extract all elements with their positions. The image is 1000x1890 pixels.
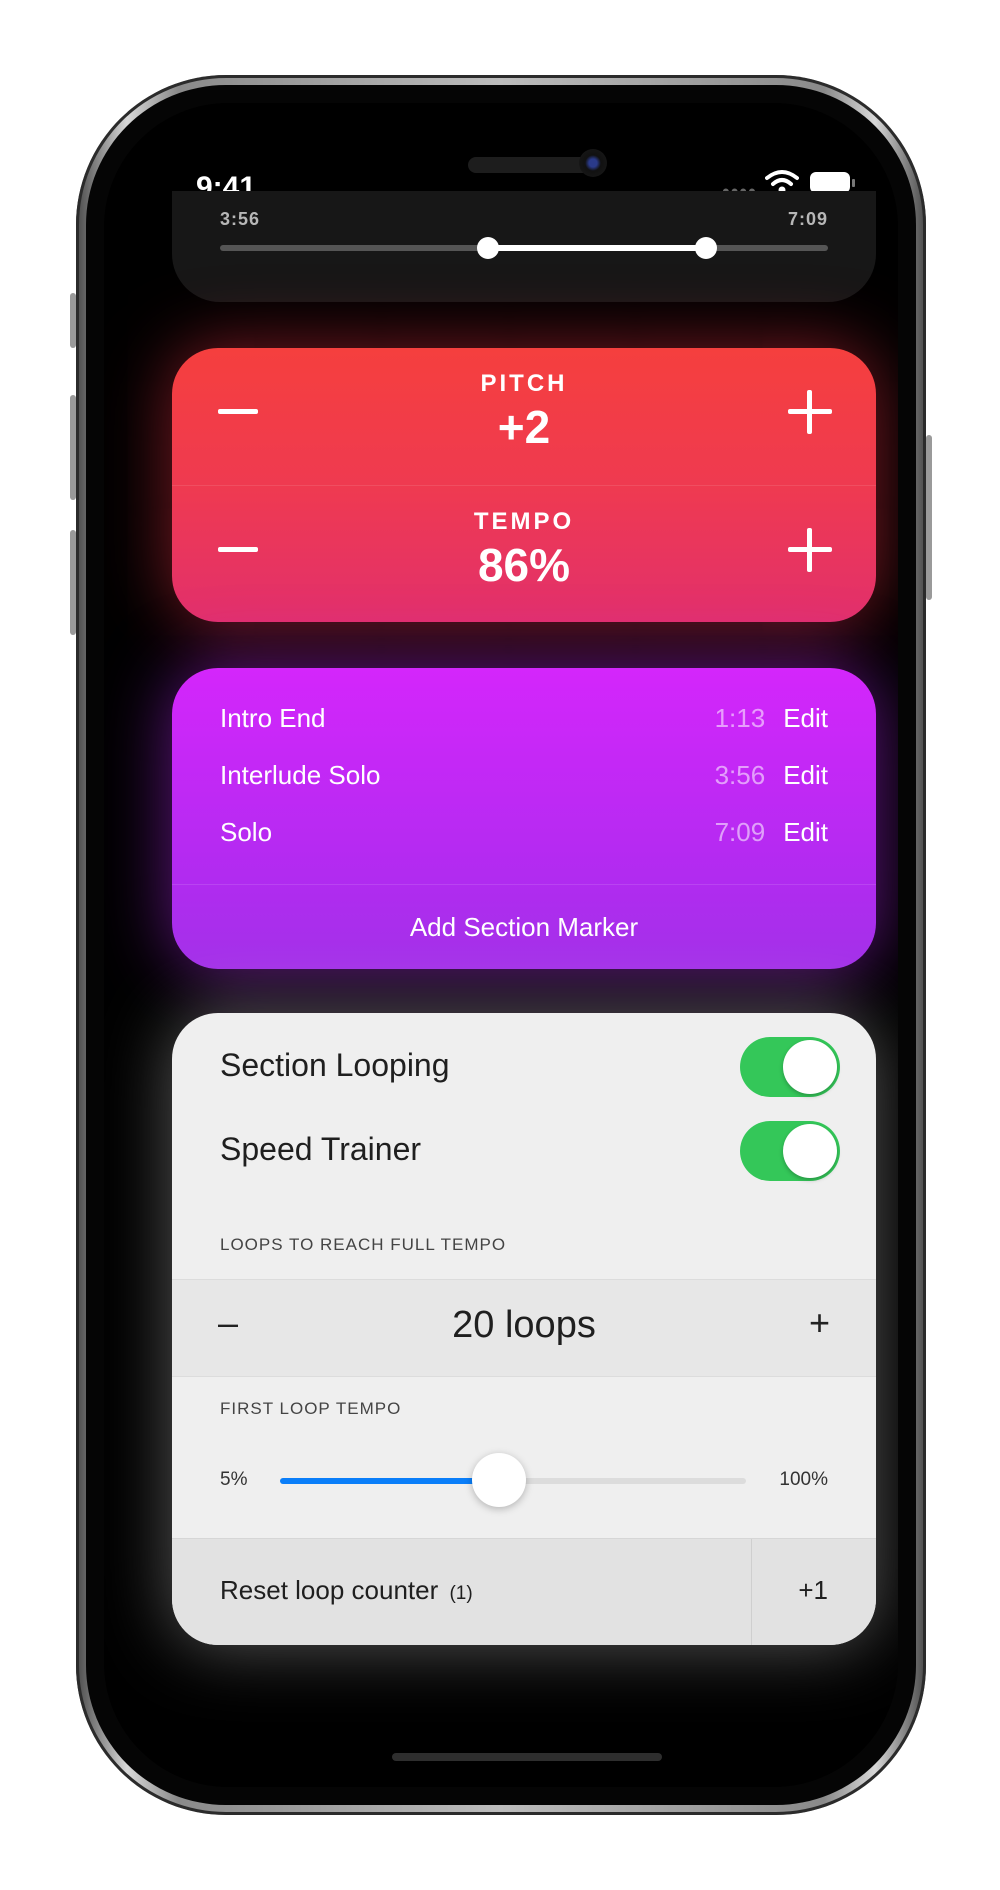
section-looping-label: Section Looping [220,1047,450,1083]
pitch-value: +2 [497,401,551,453]
plus-icon-vertical [807,528,812,572]
tempo-plus-button[interactable] [780,520,840,580]
reset-divider [751,1539,752,1645]
mute-switch [70,293,76,348]
pitch-plus-button[interactable] [780,382,840,442]
loops-value: 20 loops [452,1304,596,1346]
marker-edit-button[interactable]: Edit [783,817,828,848]
minus-icon [218,409,258,414]
reset-loop-counter-button[interactable]: Reset loop counter (1) [220,1575,473,1606]
loops-increment-button[interactable]: + [809,1302,830,1344]
tempo-minus-button[interactable] [208,520,268,580]
phone-frame: 9:41 •••• 3:56 7:09 [70,75,932,1815]
slider-fill [280,1478,500,1484]
section-markers-card: Intro End 1:13 Edit Interlude Solo 3:56 … [172,668,876,969]
speed-trainer-label: Speed Trainer [220,1131,422,1167]
slider-thumb[interactable] [472,1453,527,1507]
marker-row[interactable]: Interlude Solo 3:56 Edit [220,747,828,803]
marker-edit-button[interactable]: Edit [783,703,828,734]
marker-time: 1:13 [714,702,766,733]
marker-edit-button[interactable]: Edit [783,760,828,791]
speaker-grille [468,157,596,173]
loop-count: (1) [449,1583,473,1604]
marker-row[interactable]: Solo 7:09 Edit [220,804,828,860]
increment-loop-button[interactable]: +1 [798,1575,828,1606]
loop-scrubber[interactable]: 3:56 7:09 [172,191,876,302]
marker-row[interactable]: Intro End 1:13 Edit [220,690,828,746]
bezel: 9:41 •••• 3:56 7:09 [86,85,916,1805]
loops-caption: LOOPS TO REACH FULL TEMPO [220,1235,507,1254]
loop-settings-card: Section Looping Speed Trainer LOOPS TO R… [172,1013,876,1645]
tempo-label: TEMPO [473,508,575,535]
reset-row: Reset loop counter (1) +1 [172,1538,876,1645]
pitch-tempo-card: PITCH +2 TEMPO 86% [172,348,876,622]
marker-time: 3:56 [714,759,766,790]
marker-name: Solo [220,816,273,847]
loop-end-handle[interactable] [695,237,718,259]
speed-trainer-toggle[interactable] [740,1121,840,1181]
pitch-row: PITCH +2 [172,348,876,485]
loops-stepper: – 20 loops + [172,1279,876,1377]
tempo-row: TEMPO 86% [172,485,876,622]
minus-icon [218,547,258,552]
battery-icon [810,172,855,193]
tempo-value: 86% [477,539,571,591]
add-section-marker-button[interactable]: Add Section Marker [172,884,876,969]
loop-end-time: 7:09 [787,209,828,229]
pitch-label: PITCH [480,370,568,397]
marker-name: Interlude Solo [220,759,381,790]
power-button [926,435,932,600]
toggle-knob [783,1040,837,1094]
first-loop-tempo-caption: FIRST LOOP TEMPO [220,1399,402,1418]
loop-start-time: 3:56 [220,209,261,229]
scrubber-loop-range [487,245,707,251]
pitch-minus-button[interactable] [208,382,268,442]
toggle-knob [783,1124,837,1178]
screen: 9:41 •••• 3:56 7:09 [104,103,898,1787]
volume-up-button [70,395,76,500]
loop-start-handle[interactable] [476,237,499,259]
marker-name: Intro End [220,702,326,733]
volume-down-button [70,530,76,635]
slider-max-label: 100% [779,1469,828,1490]
home-indicator [392,1753,662,1761]
reset-label: Reset loop counter [220,1575,439,1605]
marker-time: 7:09 [714,816,766,847]
front-camera [579,149,607,177]
plus-icon-vertical [807,390,812,434]
section-looping-toggle[interactable] [740,1037,840,1097]
slider-min-label: 5% [220,1469,248,1490]
